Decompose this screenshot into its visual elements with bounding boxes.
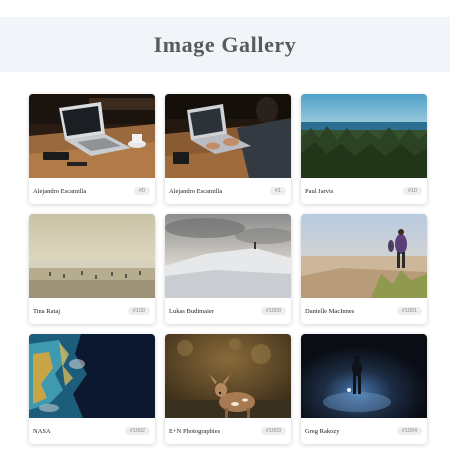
photo-author: Alejandro Escamilla — [33, 187, 87, 195]
photo-author: NASA — [33, 427, 51, 435]
photo-card[interactable]: Alejandro Escamilla #1 — [165, 94, 291, 204]
photo-caption: Danielle MacInnes #1001 — [301, 298, 427, 324]
photo-card[interactable]: Lukas Budimaier #1000 — [165, 214, 291, 324]
photo-id-badge: #1002 — [124, 427, 150, 435]
photo-caption: NASA #1002 — [29, 418, 155, 444]
photo-caption: Tina Rataj #100 — [29, 298, 155, 324]
photo-card[interactable]: Tina Rataj #100 — [29, 214, 155, 324]
photo-card[interactable]: E+N Photographies #1003 — [165, 334, 291, 444]
photo-image-beach-meadow[interactable] — [301, 214, 427, 298]
photo-card[interactable]: Danielle MacInnes #1001 — [301, 214, 427, 324]
photo-author: Paul Jarvis — [305, 187, 334, 195]
photo-caption: Paul Jarvis #10 — [301, 178, 427, 204]
photo-image-earth-orbit[interactable] — [29, 334, 155, 418]
photo-caption: Lukas Budimaier #1000 — [165, 298, 291, 324]
photo-id-badge: #1004 — [396, 427, 422, 435]
photo-id-badge: #1 — [269, 187, 286, 195]
photo-image-deer-forest[interactable] — [165, 334, 291, 418]
photo-id-badge: #1001 — [396, 307, 422, 315]
photo-id-badge: #10 — [402, 187, 422, 195]
photo-card[interactable]: Greg Rakozy #1004 — [301, 334, 427, 444]
photo-image-laptop-desk[interactable] — [29, 94, 155, 178]
photo-id-badge: #100 — [127, 307, 150, 315]
photo-caption: Alejandro Escamilla #1 — [165, 178, 291, 204]
photo-author: Greg Rakozy — [305, 427, 340, 435]
photo-id-badge: #1003 — [260, 427, 286, 435]
photo-id-badge: #1000 — [260, 307, 286, 315]
image-grid: Alejandro Escamilla #0 Alejandro Escamil… — [29, 94, 427, 444]
photo-author: E+N Photographies — [169, 427, 221, 435]
photo-author: Lukas Budimaier — [169, 307, 214, 315]
photo-image-night-light[interactable] — [301, 334, 427, 418]
photo-author: Danielle MacInnes — [305, 307, 355, 315]
page-title: Image Gallery — [153, 31, 297, 57]
photo-card[interactable]: Paul Jarvis #10 — [301, 94, 427, 204]
photo-card[interactable]: Alejandro Escamilla #0 — [29, 94, 155, 204]
photo-caption: Alejandro Escamilla #0 — [29, 178, 155, 204]
photo-image-hazy-beach[interactable] — [29, 214, 155, 298]
photo-image-snowy-hill[interactable] — [165, 214, 291, 298]
photo-caption: E+N Photographies #1003 — [165, 418, 291, 444]
photo-author: Tina Rataj — [33, 307, 61, 315]
photo-caption: Greg Rakozy #1004 — [301, 418, 427, 444]
page-header: Image Gallery — [0, 17, 450, 72]
photo-image-person-laptop[interactable] — [165, 94, 291, 178]
photo-card[interactable]: NASA #1002 — [29, 334, 155, 444]
photo-id-badge: #0 — [133, 187, 150, 195]
photo-author: Alejandro Escamilla — [169, 187, 223, 195]
photo-image-forest-lake[interactable] — [301, 94, 427, 178]
